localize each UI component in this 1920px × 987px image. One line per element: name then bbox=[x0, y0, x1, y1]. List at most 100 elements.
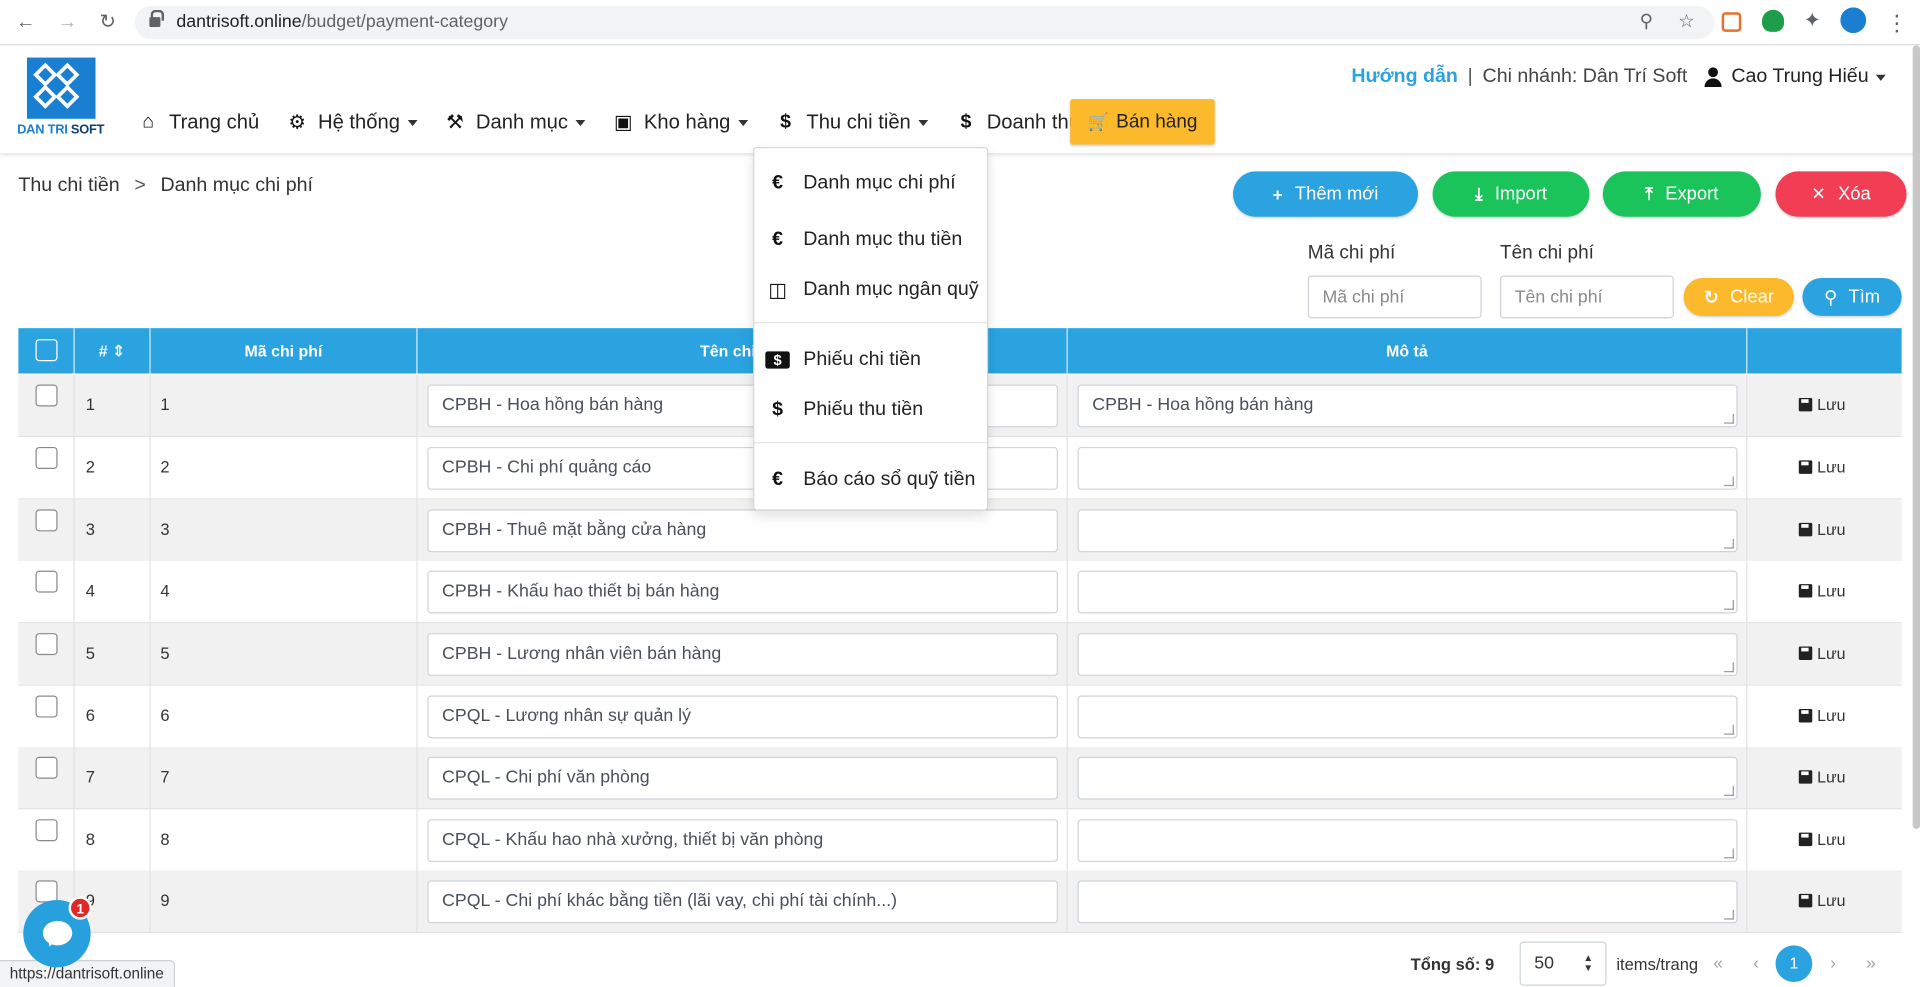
description-header[interactable]: Mô tả bbox=[1068, 328, 1748, 374]
breadcrumb-parent[interactable]: Thu chi tiền bbox=[18, 175, 119, 196]
row-description-textarea[interactable]: CPBH - Hoa hồng bán hàng bbox=[1077, 384, 1738, 428]
search-icon: ⚲ bbox=[1823, 287, 1838, 308]
plus-icon: + bbox=[1272, 184, 1283, 204]
nav-finance[interactable]: $ Thu chi tiền bbox=[775, 111, 928, 134]
nav-home[interactable]: ⌂ Trang chủ bbox=[137, 111, 259, 134]
finance-dropdown-menu: € Danh mục chi phí € Danh mục thu tiền ◫… bbox=[753, 146, 989, 511]
menu-item-expense-category[interactable]: € Danh mục chi phí bbox=[754, 162, 987, 206]
nav-system[interactable]: ⚙ Hệ thống bbox=[286, 110, 418, 134]
logo[interactable]: DAN TRI SOFT bbox=[17, 57, 110, 141]
next-page-button[interactable]: › bbox=[1823, 953, 1843, 973]
per-page-select[interactable]: 50 ▲ ▼ bbox=[1519, 941, 1607, 986]
row-save-button[interactable]: Lưu bbox=[1798, 458, 1846, 476]
menu-item-payment-voucher[interactable]: $ Phiếu chi tiền bbox=[754, 338, 987, 382]
chat-widget-button[interactable]: 1 bbox=[23, 896, 92, 968]
user-menu[interactable]: Cao Trung Hiếu bbox=[1731, 66, 1868, 88]
shield-extension-icon[interactable] bbox=[1762, 9, 1785, 32]
browser-menu-icon[interactable]: ⋮ bbox=[1883, 10, 1910, 37]
row-description-textarea[interactable] bbox=[1077, 509, 1738, 553]
sell-button[interactable]: 🛒 Bán hàng bbox=[1070, 99, 1215, 145]
row-description-textarea[interactable] bbox=[1077, 695, 1738, 739]
first-page-button[interactable]: « bbox=[1708, 953, 1728, 973]
row-name-input[interactable]: CPBH - Khấu hao thiết bị bán hàng bbox=[427, 570, 1058, 614]
row-description-textarea[interactable] bbox=[1077, 756, 1738, 800]
euro-icon: € bbox=[772, 172, 784, 194]
add-button[interactable]: + Thêm mới bbox=[1233, 171, 1418, 217]
help-link[interactable]: Hướng dẫn bbox=[1351, 66, 1457, 88]
row-save-button[interactable]: Lưu bbox=[1798, 520, 1846, 539]
nav-warehouse[interactable]: ▣ Kho hàng bbox=[612, 110, 748, 134]
nav-category[interactable]: ⚒ Danh mục bbox=[444, 110, 586, 134]
clear-button[interactable]: ↻ Clear bbox=[1683, 277, 1794, 316]
search-button[interactable]: ⚲ Tìm bbox=[1802, 277, 1902, 316]
row-save-button[interactable]: Lưu bbox=[1798, 768, 1846, 786]
code-header[interactable]: Mã chi phí bbox=[151, 328, 418, 374]
floppy-disk-icon bbox=[1798, 832, 1813, 847]
import-button[interactable]: ⤓ Import bbox=[1432, 171, 1590, 217]
row-name-input[interactable]: CPQL - Chi phí khác bằng tiền (lãi vay, … bbox=[427, 880, 1058, 924]
row-description-textarea[interactable] bbox=[1077, 446, 1738, 490]
zoom-icon[interactable]: ⚲ bbox=[1640, 10, 1653, 32]
name-filter-input[interactable] bbox=[1500, 275, 1674, 319]
row-name-input[interactable]: CPQL - Khấu hao nhà xưởng, thiết bị văn … bbox=[427, 819, 1058, 863]
row-index: 7 bbox=[85, 767, 95, 787]
back-arrow-icon[interactable]: ← bbox=[12, 10, 39, 37]
select-all-checkbox[interactable] bbox=[35, 339, 58, 362]
row-save-button[interactable]: Lưu bbox=[1798, 830, 1846, 849]
row-code: 2 bbox=[160, 457, 170, 477]
delete-button[interactable]: ✕ Xóa bbox=[1775, 171, 1907, 217]
row-description-textarea[interactable] bbox=[1077, 570, 1738, 614]
row-code: 1 bbox=[160, 395, 170, 414]
floppy-disk-icon bbox=[1798, 460, 1813, 474]
row-description-textarea[interactable] bbox=[1077, 880, 1738, 924]
index-header[interactable]: # ⇕ bbox=[75, 328, 151, 374]
row-index: 2 bbox=[85, 457, 95, 477]
extension-grid-icon[interactable] bbox=[1721, 12, 1742, 32]
row-description-textarea[interactable] bbox=[1077, 633, 1738, 676]
status-bar-url: https://dantrisoft.online bbox=[0, 960, 175, 987]
row-save-button[interactable]: Lưu bbox=[1798, 396, 1846, 414]
floppy-disk-icon bbox=[1798, 584, 1813, 598]
row-description-textarea[interactable] bbox=[1077, 819, 1738, 863]
forward-arrow-icon[interactable]: → bbox=[54, 10, 81, 37]
breadcrumb: Thu chi tiền > Danh mục chi phí bbox=[18, 175, 313, 197]
row-save-button[interactable]: Lưu bbox=[1798, 891, 1846, 910]
menu-item-income-category[interactable]: € Danh mục thu tiền bbox=[754, 218, 987, 262]
code-filter-input[interactable] bbox=[1307, 275, 1482, 319]
hammer-icon: ⚒ bbox=[446, 112, 464, 134]
select-arrows-icon: ▲ ▼ bbox=[1583, 952, 1594, 974]
close-icon: ✕ bbox=[1811, 183, 1826, 204]
row-save-button[interactable]: Lưu bbox=[1798, 707, 1846, 725]
row-name-input[interactable]: CPQL - Chi phí văn phòng bbox=[427, 756, 1058, 800]
row-name-input[interactable]: CPQL - Lương nhân sự quản lý bbox=[427, 695, 1058, 739]
header-top-right: Hướng dẫn | Chi nhánh: Dân Trí Soft Cao … bbox=[1351, 66, 1886, 88]
address-bar[interactable]: dantrisoft.online/budget/payment-categor… bbox=[134, 6, 1715, 40]
upload-icon: ⤒ bbox=[1645, 183, 1653, 204]
puzzle-icon[interactable]: ✦ bbox=[1801, 9, 1823, 32]
profile-avatar-icon[interactable] bbox=[1840, 7, 1867, 34]
reload-icon[interactable]: ↻ bbox=[94, 10, 121, 37]
total-count: Tổng số: 9 bbox=[1410, 955, 1495, 974]
last-page-button[interactable]: » bbox=[1861, 953, 1881, 973]
code-filter-label: Mã chi phí bbox=[1307, 242, 1396, 264]
row-save-button[interactable]: Lưu bbox=[1798, 582, 1846, 600]
menu-divider bbox=[754, 322, 987, 324]
row-save-button[interactable]: Lưu bbox=[1798, 644, 1846, 662]
branch-label[interactable]: Chi nhánh: Dân Trí Soft bbox=[1483, 66, 1688, 88]
row-code: 6 bbox=[160, 706, 170, 725]
bookmark-star-icon[interactable]: ☆ bbox=[1678, 10, 1694, 32]
chat-notification-badge: 1 bbox=[68, 896, 92, 920]
current-page-button[interactable]: 1 bbox=[1775, 945, 1813, 983]
row-code: 7 bbox=[160, 767, 170, 787]
app-header: DAN TRI SOFT Hướng dẫn | Chi nhánh: Dân … bbox=[0, 45, 1920, 154]
menu-item-fund-category[interactable]: ◫ Danh mục ngân quỹ bbox=[754, 268, 987, 312]
menu-item-receipt-voucher[interactable]: $ Phiếu thu tiền bbox=[754, 388, 987, 432]
row-name-input[interactable]: CPBH - Thuê mặt bằng cửa hàng bbox=[427, 509, 1058, 553]
floppy-disk-icon bbox=[1798, 522, 1813, 537]
menu-item-cash-report[interactable]: € Báo cáo sổ quỹ tiền bbox=[754, 458, 987, 502]
prev-page-button[interactable]: ‹ bbox=[1746, 953, 1766, 973]
lock-icon bbox=[149, 9, 165, 28]
export-button[interactable]: ⤒ Export bbox=[1602, 171, 1761, 217]
row-name-input[interactable]: CPBH - Lương nhân viên bán hàng bbox=[427, 633, 1058, 676]
page-scrollbar[interactable] bbox=[1912, 45, 1920, 829]
